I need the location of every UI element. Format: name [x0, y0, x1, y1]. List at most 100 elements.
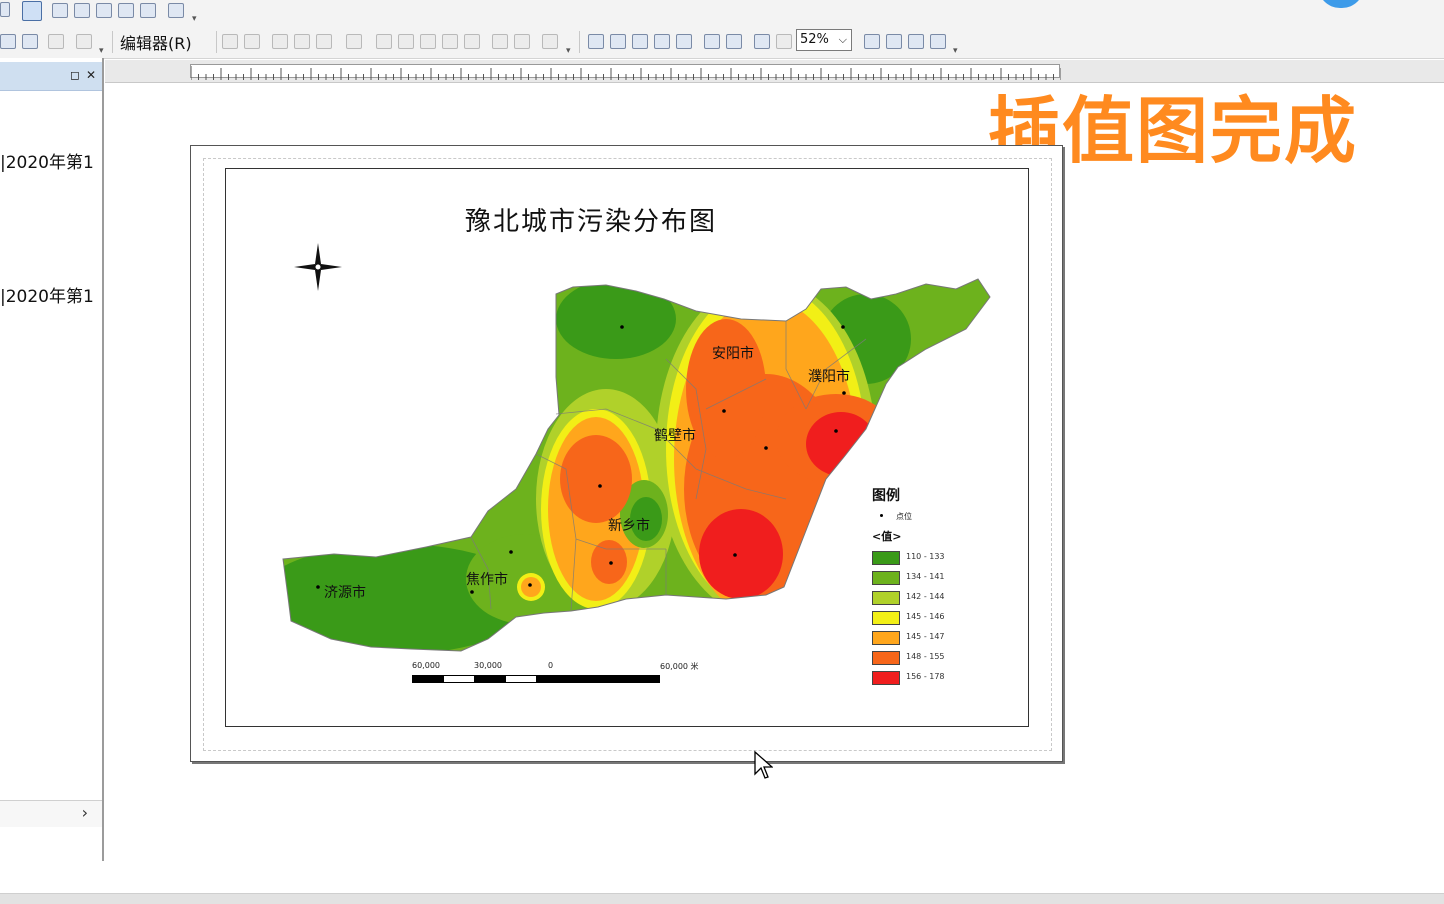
- toolbar-separator: [216, 31, 217, 53]
- scale-label: 60,000 米: [660, 662, 699, 671]
- zoom-100-icon[interactable]: [676, 34, 692, 49]
- edit-tool-icon[interactable]: [222, 34, 238, 49]
- toolbar-row-1: ▾: [0, 0, 1444, 26]
- edit-annotation-icon[interactable]: [244, 34, 260, 49]
- toolbar-separator: [579, 31, 580, 53]
- scale-segment: [536, 675, 660, 683]
- model-builder-icon[interactable]: [168, 3, 184, 18]
- catalog-icon[interactable]: [96, 3, 112, 18]
- sketch-properties-icon[interactable]: [514, 34, 530, 49]
- scale-segment: [443, 675, 475, 683]
- toolbox-icon[interactable]: [118, 3, 134, 18]
- legend-class-row: 134 - 141: [872, 568, 945, 588]
- layout-horizontal-scrollbar[interactable]: [0, 893, 1444, 904]
- chevron-down-icon: ⌵: [838, 33, 847, 46]
- legend-title: 图例: [872, 488, 900, 504]
- select-features-icon[interactable]: [22, 34, 38, 49]
- legend-class-label: 142 - 144: [906, 592, 945, 601]
- straight-segment-icon[interactable]: [272, 34, 288, 49]
- city-label[interactable]: 安阳市: [712, 343, 754, 363]
- ruler-strip: [190, 64, 1062, 80]
- toolbar-grip-icon[interactable]: ▾: [99, 46, 105, 56]
- scale-segment: [505, 675, 537, 683]
- zoom-level-value: 52%: [800, 32, 829, 47]
- toc-layer-item[interactable]: |2020年第1: [0, 282, 100, 307]
- create-features-icon[interactable]: [542, 34, 558, 49]
- chart-icon[interactable]: [22, 1, 42, 21]
- go-forward-extent-icon[interactable]: [776, 34, 792, 49]
- scale-label: 30,000: [474, 661, 502, 670]
- zoom-level-dropdown[interactable]: 52% ⌵: [796, 29, 852, 51]
- legend-class-row: 156 - 178: [872, 668, 945, 688]
- toolbar-grip-icon[interactable]: ▾: [192, 14, 198, 24]
- point-symbol-icon: [880, 514, 883, 517]
- map-legend[interactable]: 图例 点位 <值> 110 - 133 134 - 141 142 - 144 145…: [872, 485, 945, 688]
- focus-data-frame-icon[interactable]: [886, 34, 902, 49]
- legend-class-row: 145 - 146: [872, 608, 945, 628]
- toolbar-row-2: ▾ 编辑器(R) ▾ 52% ⌵ ▾: [0, 26, 1444, 59]
- checkbox-icon[interactable]: [0, 2, 10, 17]
- zoom-in-page-icon[interactable]: [588, 34, 604, 49]
- legend-color-swatch: [872, 651, 900, 665]
- panel-header: ◻ ✕: [0, 62, 102, 91]
- cut-polygon-icon[interactable]: [398, 34, 414, 49]
- map-neatline[interactable]: 豫北城市污染分布图 安阳市 濮阳市 鹤壁市 新乡市 焦作市 济源市 图例 点位 …: [225, 168, 1029, 727]
- toolbar-grip-icon[interactable]: ▾: [566, 46, 572, 56]
- legend-color-swatch: [872, 571, 900, 585]
- legend-color-swatch: [872, 551, 900, 565]
- city-label[interactable]: 济源市: [324, 582, 366, 602]
- scale-bar[interactable]: 60,000 30,000 0 60,000 米: [412, 661, 712, 691]
- data-driven-pages-icon[interactable]: [930, 34, 946, 49]
- attributes-window-icon[interactable]: [492, 34, 508, 49]
- attribute-icon[interactable]: [48, 34, 64, 49]
- go-back-extent-icon[interactable]: [754, 34, 770, 49]
- panel-horizontal-scrollbar[interactable]: ›: [0, 800, 102, 827]
- construction-tool-icon[interactable]: [316, 34, 332, 49]
- fixed-zoom-out-icon[interactable]: [726, 34, 742, 49]
- legend-color-swatch: [872, 631, 900, 645]
- restore-icon[interactable]: ◻: [70, 68, 80, 82]
- table-of-contents-panel: ◻ ✕ |2020年第1 |2020年第1 ›: [0, 58, 104, 861]
- split-line-icon[interactable]: [420, 34, 436, 49]
- zoom-out-page-icon[interactable]: [610, 34, 626, 49]
- ruler-ticks: [190, 66, 1062, 80]
- legend-value-heading: <值>: [872, 530, 902, 543]
- city-label[interactable]: 濮阳市: [808, 366, 850, 386]
- split-tool-icon[interactable]: [346, 34, 362, 49]
- toc-layer-item[interactable]: |2020年第1: [0, 148, 100, 173]
- scale-segment: [412, 675, 444, 683]
- legend-color-swatch: [872, 591, 900, 605]
- layout-page: 豫北城市污染分布图 安阳市 濮阳市 鹤壁市 新乡市 焦作市 济源市 图例 点位 …: [190, 145, 1063, 762]
- scale-label: 0: [548, 661, 554, 670]
- zoom-whole-page-icon[interactable]: [654, 34, 670, 49]
- change-layout-icon[interactable]: [908, 34, 924, 49]
- reshape-icon[interactable]: [376, 34, 392, 49]
- rotate-icon[interactable]: [464, 34, 480, 49]
- window-icon[interactable]: [140, 3, 156, 18]
- delete-icon[interactable]: [442, 34, 458, 49]
- legend-class-label: 145 - 147: [906, 632, 945, 641]
- city-label[interactable]: 新乡市: [608, 515, 650, 535]
- legend-class-label: 156 - 178: [906, 672, 945, 681]
- city-label[interactable]: 鹤壁市: [654, 425, 696, 445]
- city-label[interactable]: 焦作市: [466, 569, 508, 589]
- toggle-draft-mode-icon[interactable]: [864, 34, 880, 49]
- layer-icon[interactable]: [74, 3, 90, 18]
- chevron-right-icon[interactable]: ›: [82, 803, 88, 822]
- pan-page-icon[interactable]: [632, 34, 648, 49]
- legend-class-label: 148 - 155: [906, 652, 945, 661]
- editor-menu[interactable]: 编辑器(R): [120, 30, 192, 54]
- legend-class-label: 134 - 141: [906, 572, 945, 581]
- legend-color-swatch: [872, 671, 900, 685]
- fixed-zoom-in-icon[interactable]: [704, 34, 720, 49]
- toolbar-grip-icon[interactable]: ▾: [953, 46, 959, 56]
- identify-icon[interactable]: [0, 34, 16, 49]
- scale-segment: [474, 675, 506, 683]
- sketch-icon[interactable]: [76, 34, 92, 49]
- table-icon[interactable]: [52, 3, 68, 18]
- arc-segment-icon[interactable]: [294, 34, 310, 49]
- legend-class-row: 148 - 155: [872, 648, 945, 668]
- legend-class-row: 142 - 144: [872, 588, 945, 608]
- legend-class-list: 110 - 133 134 - 141 142 - 144 145 - 146 145 …: [872, 548, 945, 688]
- close-icon[interactable]: ✕: [86, 68, 96, 82]
